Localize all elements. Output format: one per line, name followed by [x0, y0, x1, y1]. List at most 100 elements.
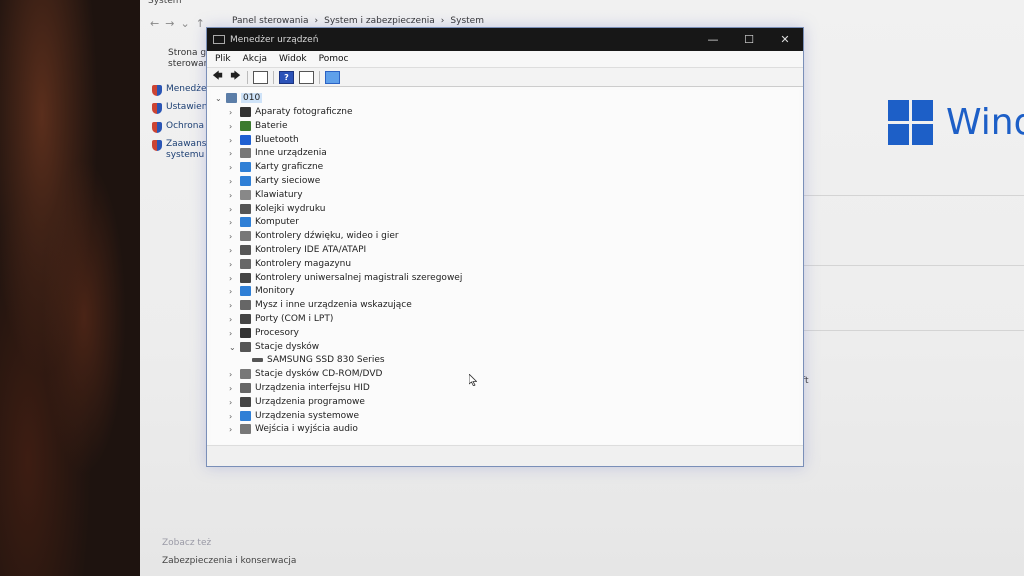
- chevron-right-icon[interactable]: ›: [229, 163, 237, 172]
- tree-item[interactable]: › Inne urządzenia: [229, 147, 327, 159]
- security-maintenance-link[interactable]: Zabezpieczenia i konserwacja: [162, 556, 296, 566]
- tree-item[interactable]: › Kontrolery magazynu: [229, 258, 351, 270]
- link-remote-settings[interactable]: Ustawien: [152, 102, 207, 114]
- chevron-right-icon[interactable]: ›: [229, 384, 237, 393]
- chevron-down-icon[interactable]: ⌄: [229, 343, 237, 352]
- device-category-icon: [240, 121, 251, 131]
- tree-item[interactable]: ⌄ Stacje dysków: [229, 341, 319, 353]
- tree-child-item[interactable]: SAMSUNG SSD 830 Series: [249, 354, 385, 366]
- tree-item-label: Kontrolery magazynu: [255, 259, 352, 269]
- menu-view[interactable]: Widok: [279, 54, 307, 64]
- shield-icon: [152, 140, 162, 151]
- tree-root[interactable]: ⌄ 010: [215, 92, 263, 104]
- link-system-protection[interactable]: Ochrona: [152, 121, 204, 133]
- menu-bar: Plik Akcja Widok Pomoc: [207, 51, 803, 67]
- tree-item-label: Baterie: [255, 121, 288, 131]
- device-category-icon: [240, 286, 251, 296]
- tree-item[interactable]: › Klawiatury: [229, 189, 303, 201]
- tree-item[interactable]: › Kolejki wydruku: [229, 203, 326, 215]
- show-hidden-icon[interactable]: [299, 70, 314, 84]
- forward-arrow-icon[interactable]: 🡆: [229, 71, 242, 83]
- tree-item-label: Inne urządzenia: [255, 148, 327, 158]
- tree-item[interactable]: › Urządzenia systemowe: [229, 410, 359, 422]
- chevron-right-icon[interactable]: ›: [229, 412, 237, 421]
- tree-item[interactable]: › Karty sieciowe: [229, 175, 320, 187]
- tree-item[interactable]: › Porty (COM i LPT): [229, 313, 333, 325]
- menu-help[interactable]: Pomoc: [319, 54, 349, 64]
- tree-item[interactable]: › Mysz i inne urządzenia wskazujące: [229, 299, 412, 311]
- tree-item[interactable]: › Procesory: [229, 327, 299, 339]
- breadcrumb-3[interactable]: System: [450, 16, 484, 26]
- tree-item[interactable]: › Baterie: [229, 120, 288, 132]
- forward-arrow-icon[interactable]: →: [165, 17, 174, 30]
- tree-item[interactable]: › Karty graficzne: [229, 161, 323, 173]
- divider: [800, 265, 1024, 266]
- chevron-right-icon[interactable]: ›: [229, 315, 237, 324]
- back-arrow-icon[interactable]: ←: [150, 17, 159, 30]
- chevron-right-icon[interactable]: ›: [229, 136, 237, 145]
- toolbar-separator: [247, 70, 248, 84]
- chevron-down-icon[interactable]: ⌄: [180, 17, 189, 30]
- title-bar[interactable]: Menedżer urządzeń — ☐ ✕: [207, 28, 803, 51]
- chevron-right-icon[interactable]: ›: [229, 274, 237, 283]
- chevron-right-icon[interactable]: ›: [229, 246, 237, 255]
- chevron-right-icon[interactable]: ›: [229, 301, 237, 310]
- tree-item[interactable]: › Wejścia i wyjścia audio: [229, 423, 358, 435]
- chevron-right-icon[interactable]: ›: [229, 122, 237, 131]
- chevron-right-icon[interactable]: ›: [229, 287, 237, 296]
- close-button[interactable]: ✕: [767, 28, 803, 51]
- tree-item[interactable]: › Urządzenia interfejsu HID: [229, 382, 370, 394]
- chevron-right-icon[interactable]: ›: [229, 191, 237, 200]
- tree-item[interactable]: › Aparaty fotograficzne: [229, 106, 353, 118]
- device-category-icon: [240, 424, 251, 434]
- tree-item-label: Kontrolery dźwięku, wideo i gier: [255, 231, 399, 241]
- device-tree[interactable]: ⌄ 010 › Aparaty fotograficzne › Baterie › Blu…: [211, 90, 799, 444]
- menu-action[interactable]: Akcja: [243, 54, 267, 64]
- chevron-right-icon[interactable]: ›: [229, 232, 237, 241]
- breadcrumb-2[interactable]: System i zabezpieczenia: [324, 16, 435, 26]
- device-category-icon: [240, 259, 251, 269]
- tree-item-label: Karty graficzne: [255, 162, 324, 172]
- tree-item[interactable]: › Kontrolery IDE ATA/ATAPI: [229, 244, 366, 256]
- tree-item-label: Kontrolery uniwersalnej magistrali szere…: [255, 273, 463, 283]
- tree-item[interactable]: › Bluetooth: [229, 134, 299, 146]
- chevron-right-icon[interactable]: ›: [229, 218, 237, 227]
- menu-file[interactable]: Plik: [215, 54, 231, 64]
- tree-item[interactable]: › Kontrolery dźwięku, wideo i gier: [229, 230, 399, 242]
- computer-icon: [226, 93, 237, 103]
- chevron-right-icon[interactable]: ›: [229, 398, 237, 407]
- tree-item-label: Urządzenia interfejsu HID: [255, 383, 370, 393]
- chevron-right-icon[interactable]: ›: [229, 205, 237, 214]
- properties-icon[interactable]: [253, 70, 268, 84]
- chevron-down-icon[interactable]: ⌄: [215, 94, 223, 103]
- chevron-right-icon[interactable]: ›: [229, 329, 237, 338]
- tree-item-label: Kolejki wydruku: [255, 204, 326, 214]
- chevron-right-icon[interactable]: ›: [229, 260, 237, 269]
- window-title: Menedżer urządzeń: [230, 34, 319, 45]
- device-category-icon: [240, 176, 251, 186]
- back-arrow-icon[interactable]: 🡄: [211, 71, 224, 83]
- breadcrumb-1[interactable]: Panel sterowania: [232, 16, 309, 26]
- chevron-right-icon[interactable]: ›: [229, 370, 237, 379]
- tree-item[interactable]: › Kontrolery uniwersalnej magistrali szer…: [229, 272, 462, 284]
- maximize-button[interactable]: ☐: [731, 28, 767, 51]
- chevron-right-icon[interactable]: ›: [229, 149, 237, 158]
- tree-item-label: Bluetooth: [255, 135, 299, 145]
- mouse-cursor-icon: [468, 373, 478, 387]
- tree-item[interactable]: › Urządzenia programowe: [229, 396, 365, 408]
- tree-item[interactable]: › Komputer: [229, 216, 299, 228]
- tree-item[interactable]: › Monitory: [229, 285, 295, 297]
- link-advanced-settings[interactable]: Zaawanso systemu: [152, 139, 212, 161]
- chevron-right-icon[interactable]: ›: [229, 177, 237, 186]
- help-icon[interactable]: ?: [279, 70, 294, 84]
- up-arrow-icon[interactable]: ↑: [196, 17, 205, 30]
- chevron-right-icon[interactable]: ›: [229, 108, 237, 117]
- scan-hardware-icon[interactable]: [325, 70, 340, 84]
- tree-item[interactable]: › Stacje dysków CD-ROM/DVD: [229, 368, 382, 380]
- chevron-right-icon[interactable]: ›: [229, 425, 237, 434]
- shield-icon: [152, 85, 162, 96]
- tree-item-label: Urządzenia systemowe: [255, 411, 360, 421]
- system-window-title: System: [148, 0, 182, 6]
- minimize-button[interactable]: —: [695, 28, 731, 51]
- link-device-manager[interactable]: Menedże: [152, 84, 207, 96]
